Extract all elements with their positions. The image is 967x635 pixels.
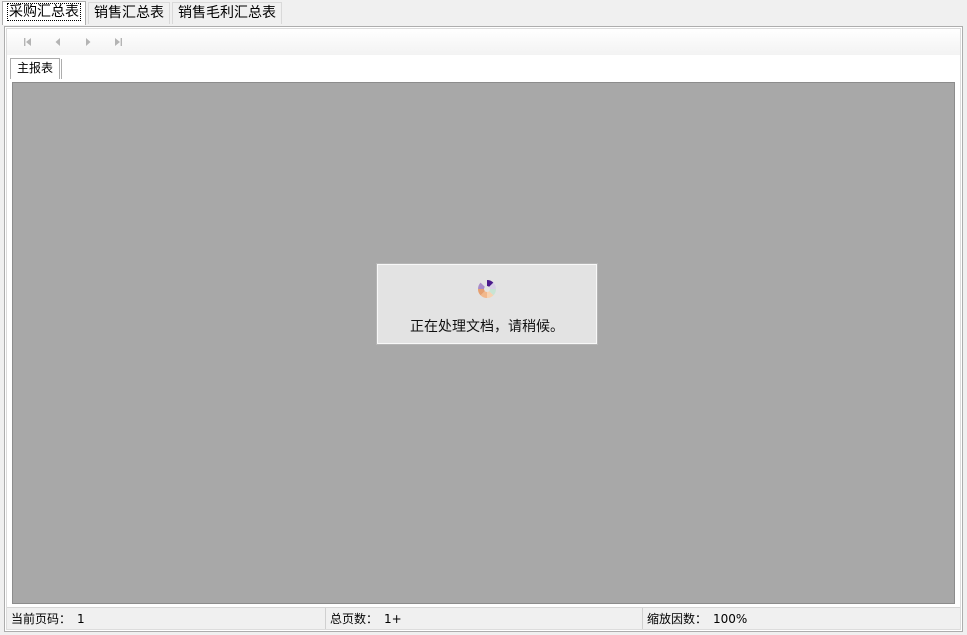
spinner-icon	[477, 279, 497, 299]
tab-strip-edge	[60, 59, 63, 79]
tab-label: 销售汇总表	[94, 5, 164, 21]
status-total-pages: 总页数： 1+	[326, 608, 643, 629]
next-page-icon	[86, 38, 91, 46]
current-page-label: 当前页码：	[11, 612, 72, 626]
navigation-toolbar	[7, 29, 960, 55]
first-page-icon	[24, 38, 31, 46]
zoom-value: 100%	[713, 611, 748, 626]
tab-label: 采购汇总表	[7, 3, 81, 21]
tab-label: 销售毛利汇总表	[178, 5, 276, 21]
previous-page-button[interactable]	[43, 31, 73, 53]
tab-main-report[interactable]: 主报表	[10, 58, 61, 79]
report-tab-strip: 主报表	[10, 57, 63, 79]
previous-page-icon	[55, 38, 60, 46]
current-page-value: 1	[77, 611, 85, 626]
tab-sales-gross-profit-summary[interactable]: 销售毛利汇总表	[172, 2, 282, 24]
report-viewer-window: 采购汇总表 销售汇总表 销售毛利汇总表 主报表 正在处理文档，请稍候。 当前页码…	[0, 0, 967, 635]
loading-message: 正在处理文档，请稍候。	[410, 319, 564, 335]
status-current-page: 当前页码： 1	[7, 608, 326, 629]
last-page-button[interactable]	[103, 31, 133, 53]
tab-label: 主报表	[17, 61, 54, 75]
total-pages-label: 总页数：	[330, 612, 379, 626]
tab-sales-summary[interactable]: 销售汇总表	[88, 2, 170, 24]
status-zoom: 缩放因数： 100%	[643, 608, 960, 629]
report-frame: 主报表 正在处理文档，请稍候。 当前页码： 1 总页数： 1+ 缩放因数： 10…	[4, 26, 963, 632]
next-page-button[interactable]	[73, 31, 103, 53]
status-bar: 当前页码： 1 总页数： 1+ 缩放因数： 100%	[7, 607, 960, 629]
report-preview-area[interactable]: 正在处理文档，请稍候。	[12, 82, 955, 604]
loading-dialog: 正在处理文档，请稍候。	[377, 264, 597, 344]
top-tab-strip: 采购汇总表 销售汇总表 销售毛利汇总表	[0, 0, 967, 25]
report-viewer: 主报表 正在处理文档，请稍候。 当前页码： 1 总页数： 1+ 缩放因数： 10…	[6, 28, 961, 630]
tab-purchase-summary[interactable]: 采购汇总表	[2, 1, 86, 25]
zoom-label: 缩放因数：	[647, 612, 708, 626]
total-pages-value: 1+	[384, 611, 402, 626]
first-page-button[interactable]	[13, 31, 43, 53]
last-page-icon	[115, 38, 122, 46]
